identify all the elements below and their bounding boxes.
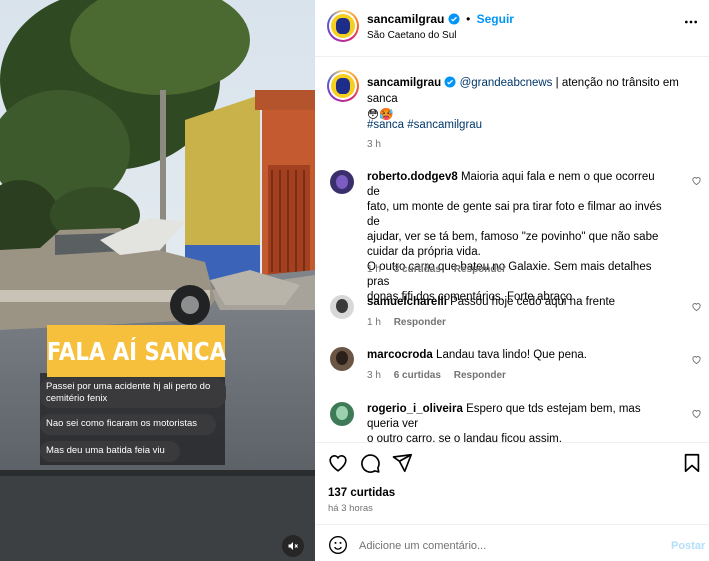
- post-panel: sancamilgrau • Seguir São Caetano do Sul…: [315, 0, 709, 561]
- comment-likes[interactable]: 6 curtidas: [394, 370, 441, 381]
- chat-bubble: Passei por uma acidente hj ali perto do …: [40, 378, 226, 408]
- comment-item: marcocroda Landau tava lindo! Que pena.: [367, 348, 667, 363]
- chat-bubble: Nao sei como ficaram os motoristas: [40, 414, 216, 435]
- heart-icon[interactable]: [691, 175, 702, 186]
- comment-username[interactable]: roberto.dodgev8: [367, 171, 458, 183]
- comment-item: rogerio_i_oliveira Espero que tds esteja…: [367, 402, 667, 447]
- speaker-muted-icon: [288, 542, 298, 550]
- send-icon: [392, 453, 412, 473]
- post-location[interactable]: São Caetano do Sul: [367, 30, 457, 41]
- emoji-icon: [329, 536, 347, 554]
- comment-meta: 1 h 3 curtidas Responder: [367, 264, 516, 275]
- likes-count[interactable]: 137 curtidas: [328, 487, 395, 499]
- more-horizontal-icon: [685, 20, 697, 24]
- comment-text: Landau tava lindo! Que pena.: [436, 349, 587, 361]
- chat-bubble: Mas deu uma batida feia viu: [40, 441, 180, 462]
- fala-ai-sanca-banner: FALA AÍ SANCA: [46, 325, 226, 377]
- caption-avatar[interactable]: [327, 70, 359, 102]
- comment-text: fato, um monte de gente sai pra tirar fo…: [367, 201, 662, 228]
- post-timestamp[interactable]: há 3 horas: [328, 503, 373, 514]
- verified-badge-icon: [444, 76, 456, 88]
- commenter-avatar[interactable]: [330, 347, 354, 371]
- follow-button[interactable]: Seguir: [477, 12, 514, 26]
- post-header: sancamilgrau • Seguir: [367, 12, 514, 26]
- heart-icon[interactable]: [691, 301, 702, 312]
- comment-time: 1 h: [367, 264, 381, 275]
- banner-text: FALA AÍ SANCA: [46, 336, 226, 366]
- reply-button[interactable]: Responder: [394, 317, 446, 328]
- author-avatar[interactable]: [327, 10, 359, 42]
- commenter-avatar[interactable]: [330, 295, 354, 319]
- heart-icon[interactable]: [691, 408, 702, 419]
- share-button[interactable]: [391, 452, 413, 474]
- author-username[interactable]: sancamilgrau: [367, 12, 444, 26]
- reply-button[interactable]: Responder: [454, 370, 506, 381]
- caption-username[interactable]: sancamilgrau: [367, 77, 441, 89]
- header-divider: [315, 56, 709, 57]
- verified-badge-icon: [448, 13, 460, 25]
- comment-item: samuelcharelli Passou hoje cedo aqui na …: [367, 295, 667, 310]
- post-comment-button[interactable]: Postar: [671, 540, 705, 552]
- heart-icon: [329, 455, 347, 472]
- heart-icon[interactable]: [691, 354, 702, 365]
- comment-button[interactable]: [359, 452, 381, 474]
- comment-time: 3 h: [367, 370, 381, 381]
- mute-button[interactable]: [282, 535, 304, 557]
- emoji-button[interactable]: [328, 535, 348, 555]
- comment-text: Passou hoje cedo aqui na frente: [450, 296, 616, 308]
- caption-mention[interactable]: @grandeabcnews: [460, 77, 553, 89]
- comment-item: roberto.dodgev8 Maioria aqui fala e nem …: [367, 170, 667, 305]
- like-button[interactable]: [327, 452, 349, 474]
- comment-time: 1 h: [367, 317, 381, 328]
- caption-time: 3 h: [367, 139, 381, 150]
- caption-hashtags[interactable]: #sanca #sancamilgrau: [367, 119, 482, 131]
- comment-input[interactable]: Adicione um comentário...: [359, 540, 486, 552]
- comment-username[interactable]: samuelcharelli: [367, 296, 447, 308]
- more-options-button[interactable]: [683, 14, 699, 30]
- accident-photo: [0, 0, 315, 561]
- reply-button[interactable]: Responder: [454, 264, 506, 275]
- comment-meta: 1 h Responder: [367, 317, 456, 328]
- comment-meta: 3 h 6 curtidas Responder: [367, 370, 516, 381]
- post-media[interactable]: FALA AÍ SANCA Passei por uma acidente hj…: [0, 0, 315, 561]
- commenter-avatar[interactable]: [330, 170, 354, 194]
- comment-likes[interactable]: 3 curtidas: [394, 264, 441, 275]
- comment-username[interactable]: marcocroda: [367, 349, 433, 361]
- save-button[interactable]: [681, 452, 703, 474]
- comment-text: cuidar da própria vida.: [367, 246, 481, 258]
- post-caption: sancamilgrau @grandeabcnews | atenção no…: [367, 75, 702, 123]
- composer-divider: [315, 524, 709, 525]
- comment-icon: [361, 454, 380, 473]
- commenter-avatar[interactable]: [330, 402, 354, 426]
- comment-text: ajudar, ver se tá bem, famoso "ze povinh…: [367, 231, 659, 243]
- comment-username[interactable]: rogerio_i_oliveira: [367, 403, 463, 415]
- bookmark-icon: [684, 453, 700, 473]
